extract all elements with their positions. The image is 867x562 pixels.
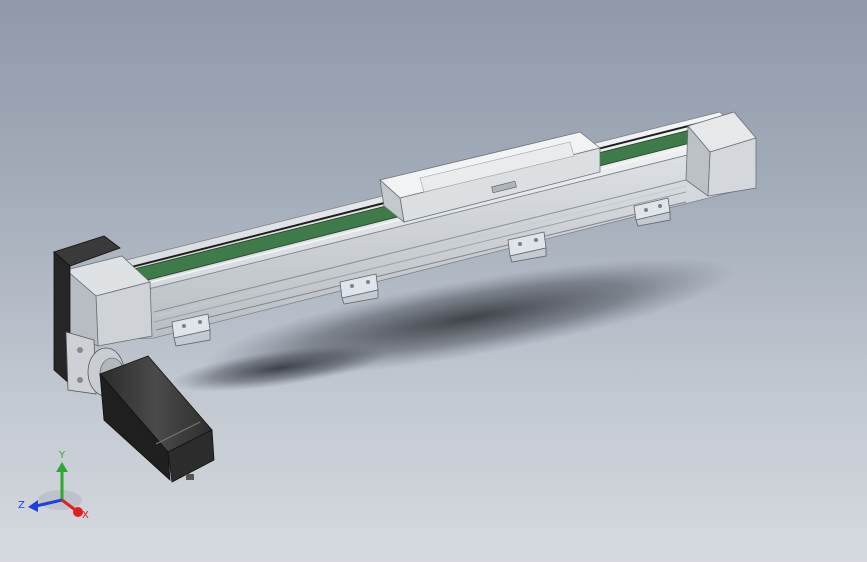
right-end-cap[interactable]	[685, 111, 757, 197]
motor-connector	[186, 474, 194, 480]
axis-triad[interactable]: Y Z X	[18, 450, 89, 521]
y-axis-label: Y	[58, 450, 66, 461]
x-axis-label: X	[82, 510, 89, 521]
z-axis-label: Z	[18, 500, 25, 511]
y-arrowhead-icon	[56, 462, 68, 472]
linear-actuator-model[interactable]: Y Z X	[0, 0, 867, 562]
z-arrowhead-icon	[28, 500, 38, 512]
cad-graphics-viewport[interactable]: Y Z X	[0, 0, 867, 562]
